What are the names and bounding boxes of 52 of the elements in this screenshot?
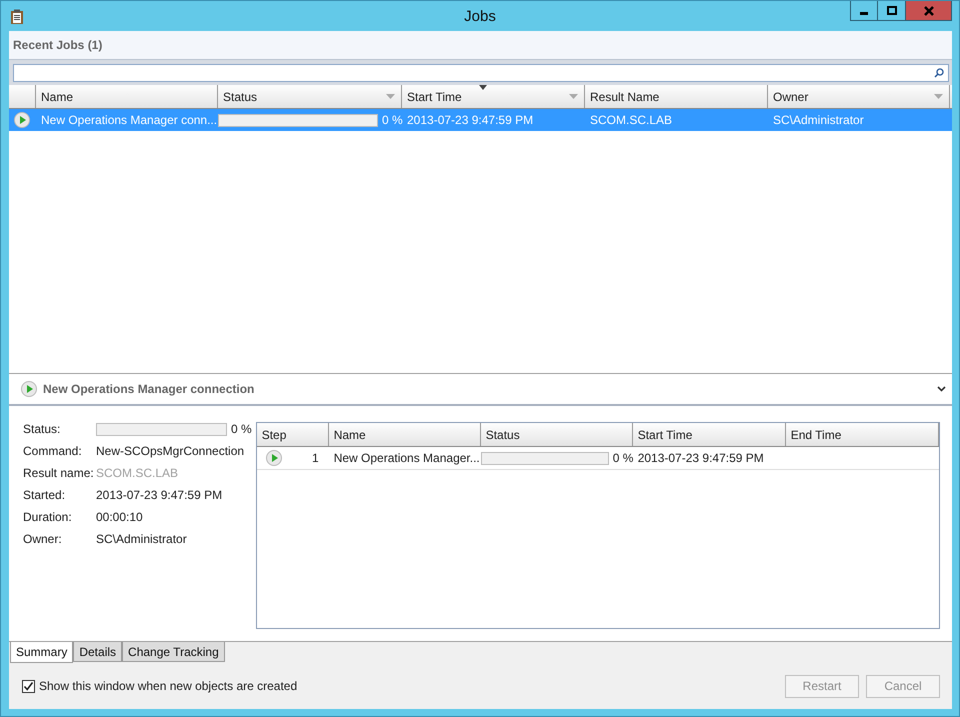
- column-header[interactable]: End Time: [786, 423, 939, 446]
- search-field[interactable]: [13, 64, 949, 82]
- table-cell: SC\Administrator: [773, 113, 864, 127]
- tab[interactable]: Summary: [10, 642, 74, 663]
- window-title: Jobs: [463, 8, 497, 25]
- column-header[interactable]: Status: [480, 423, 633, 446]
- table-cell: 2013-07-23 9:47:59 PM: [638, 451, 764, 465]
- tab[interactable]: Change Tracking: [122, 642, 225, 662]
- search-icon: [934, 68, 944, 78]
- table-cell: 1: [312, 451, 319, 465]
- property-value: 2013-07-23 9:47:59 PM: [96, 488, 222, 502]
- column-header[interactable]: Name: [36, 85, 218, 108]
- property-value: New-SCOpsMgrConnection: [96, 444, 244, 458]
- progress-reading: 0 %: [382, 113, 403, 127]
- maximize-icon: [886, 6, 896, 16]
- property-label: Owner:: [23, 532, 63, 546]
- job-title: New Operations Manager connection: [43, 382, 254, 396]
- property-label: Result name:: [23, 466, 95, 480]
- checkbox-label: Show this window when new objects are created: [39, 679, 298, 693]
- table-cell: New Operations Manager conn...: [41, 113, 218, 127]
- column-header[interactable]: Owner: [768, 85, 950, 108]
- property-value: SCOM.SC.LAB: [96, 466, 178, 480]
- column-header[interactable]: Start Time: [402, 85, 585, 108]
- running-icon: [266, 450, 282, 466]
- chevron-down-icon[interactable]: [937, 386, 946, 392]
- section-title: Recent Jobs (1): [13, 38, 102, 52]
- column-header[interactable]: Status: [218, 85, 402, 108]
- running-icon: [14, 112, 30, 128]
- checkbox[interactable]: [22, 680, 35, 692]
- close-button[interactable]: [906, 1, 952, 21]
- column-header[interactable]: Name: [328, 423, 481, 446]
- maximize-button[interactable]: [878, 1, 906, 21]
- close-icon: [922, 6, 934, 16]
- property-value: SC\Administrator: [96, 532, 187, 546]
- progress-reading: 0 %: [231, 422, 252, 436]
- minimize-button[interactable]: [850, 1, 878, 21]
- clipboard-icon: [10, 9, 24, 25]
- property-label: Command:: [23, 444, 83, 458]
- property-value: 00:00:10: [96, 510, 143, 524]
- property-label: Status:: [23, 422, 62, 436]
- column-header[interactable]: Start Time: [632, 423, 786, 446]
- column-header[interactable]: Step: [256, 423, 329, 446]
- tab[interactable]: Details: [73, 642, 122, 662]
- column-header[interactable]: Result Name: [585, 85, 768, 108]
- running-icon: [21, 381, 37, 397]
- property-label: Duration:: [23, 510, 73, 524]
- minimize-icon: [860, 12, 868, 14]
- table-cell: 2013-07-23 9:47:59 PM: [407, 113, 534, 127]
- table-cell: SCOM.SC.LAB: [590, 113, 672, 127]
- table-cell: New Operations Manager...: [334, 451, 480, 465]
- property-label: Started:: [23, 488, 66, 502]
- progress-reading: 0 %: [612, 451, 634, 465]
